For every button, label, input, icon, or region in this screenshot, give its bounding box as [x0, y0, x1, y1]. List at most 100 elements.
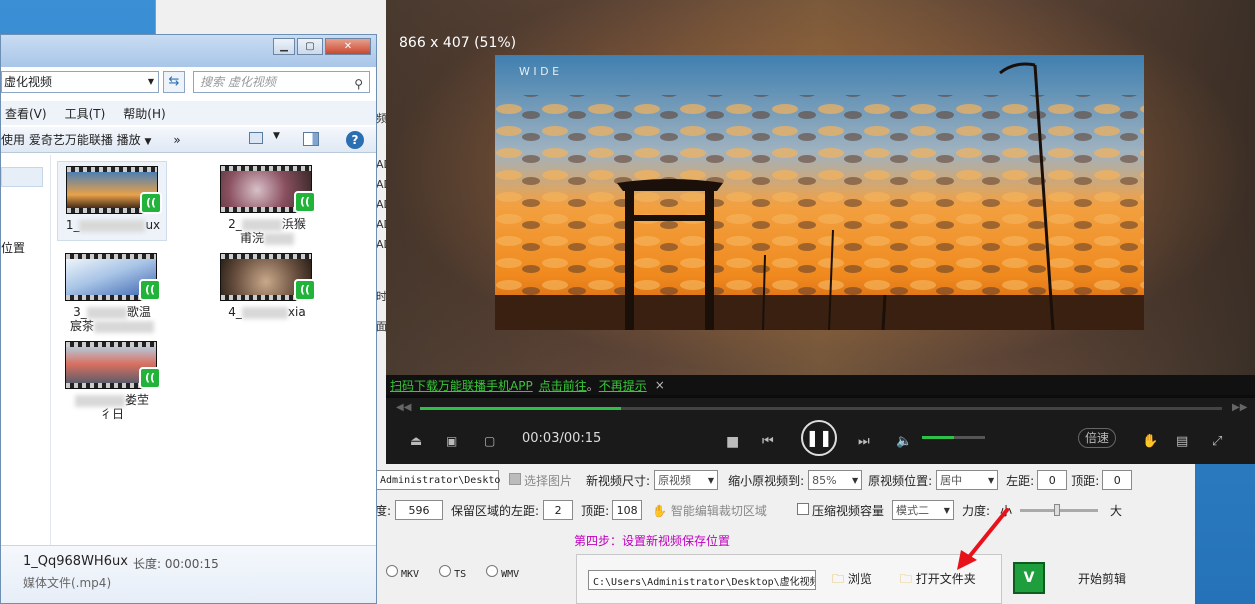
player-badge-icon: ((: [139, 367, 161, 389]
explorer-titlebar[interactable]: ▁ ▢ ✕: [1, 35, 376, 67]
list-item[interactable]: (( 2_ 浜猴 甫浣: [212, 161, 322, 245]
mode-select[interactable]: 模式二 ▼: [891, 500, 954, 520]
file-explorer-window: ▁ ▢ ✕ 虚化视频 ▼ ⇆ 搜索 虚化视频 ⚲ 查看(V) 工具(T) 帮助(…: [0, 34, 377, 604]
force-slider[interactable]: [1020, 503, 1099, 516]
cast-icon[interactable]: ▢: [484, 434, 495, 448]
help-icon[interactable]: ?: [346, 131, 364, 149]
chevron-down-icon: ▼: [943, 505, 950, 515]
save-path-input[interactable]: C:\Users\Administrator\Desktop\虚化视频: [588, 570, 816, 590]
player-badge-icon: ((: [140, 192, 162, 214]
address-bar[interactable]: 虚化视频 ▼: [1, 71, 159, 93]
preview-pane-icon[interactable]: [303, 132, 319, 146]
start-edit-button[interactable]: 开始剪辑: [1078, 566, 1126, 590]
close-button[interactable]: ✕: [325, 38, 371, 55]
player-controls: ⏏ ▣ ▢ 00:03/00:15 ■ ⏮ ❚❚ ⏭ 🔈 倍速 ✋ ▤ ⤢: [386, 420, 1255, 464]
new-size-select[interactable]: 原视频 ▼: [654, 470, 719, 490]
list-item[interactable]: (( 4_ xia: [212, 249, 322, 329]
format-ts[interactable]: TS: [439, 564, 466, 580]
details-pane: 1_Qq968WH6ux 长度: 00:00:15 媒体文件(.mp4): [1, 545, 376, 603]
nav-item-location[interactable]: 位置: [1, 239, 25, 256]
previous-icon[interactable]: ⏮: [762, 434, 774, 449]
subtitle-icon[interactable]: ▣: [446, 434, 457, 448]
open-folder-button[interactable]: 🗀 打开文件夹: [900, 570, 976, 591]
menu-view[interactable]: 查看(V): [5, 105, 47, 122]
volume-slider[interactable]: [922, 436, 985, 439]
go-link[interactable]: 点击前往: [539, 377, 587, 394]
left-input[interactable]: 0: [1037, 470, 1068, 490]
force-big-label: 大: [1110, 503, 1123, 518]
eject-icon[interactable]: ⏏: [410, 434, 422, 449]
stop-icon[interactable]: ■: [726, 434, 739, 450]
speed-button[interactable]: 倍速: [1078, 428, 1117, 448]
refresh-icon[interactable]: ⇆: [163, 71, 185, 93]
player-badge-icon: ((: [294, 191, 316, 213]
format-mkv[interactable]: MKV: [386, 564, 419, 580]
folder-icon: 🗀: [899, 571, 912, 586]
step4-title: 第四步：设置新视频保存位置: [574, 534, 731, 548]
chevron-down-icon[interactable]: ▼: [148, 72, 154, 92]
play-with-button[interactable]: 使用 爱奇艺万能联播 播放 ▼: [1, 131, 151, 148]
seek-progress: [420, 407, 621, 410]
next-icon[interactable]: ⏭: [858, 434, 870, 449]
view-icon[interactable]: [249, 132, 263, 144]
search-icon[interactable]: ⚲: [354, 74, 363, 94]
keep-top-input[interactable]: 108: [612, 500, 643, 520]
menu-bar: 查看(V) 工具(T) 帮助(H): [1, 101, 376, 125]
list-item[interactable]: (( 娄茔 彳日: [57, 337, 167, 421]
degree-label: 度:: [375, 503, 392, 518]
smart-crop-button[interactable]: ✋ 智能编辑裁切区域: [652, 502, 767, 519]
slider-thumb[interactable]: [1054, 503, 1061, 516]
radio-mkv[interactable]: [386, 564, 398, 577]
volume-level: [922, 436, 954, 439]
detail-type: 媒体文件(.mp4): [23, 576, 112, 590]
more-commands-button[interactable]: »: [173, 133, 180, 147]
video-watermark: W I D E: [519, 65, 559, 78]
toolbox-icon[interactable]: ▤: [1176, 434, 1188, 449]
left-label: 左距:: [1006, 473, 1035, 488]
menu-help[interactable]: 帮助(H): [123, 105, 165, 122]
start-edit-icon[interactable]: V: [1013, 562, 1045, 594]
search-input[interactable]: 搜索 虚化视频 ⚲: [193, 71, 370, 93]
maximize-button[interactable]: ▢: [297, 38, 323, 55]
close-icon[interactable]: ×: [655, 378, 665, 392]
top-input[interactable]: 0: [1102, 470, 1133, 490]
select-image-option[interactable]: 选择图片: [509, 472, 572, 489]
nav-selected-item[interactable]: [1, 167, 43, 187]
qr-download-link[interactable]: 扫码下载万能联播手机APP: [390, 377, 533, 394]
video-frame[interactable]: W I D E: [495, 55, 1144, 330]
seek-forward-icon[interactable]: ▶▶: [1232, 402, 1247, 413]
list-item[interactable]: (( 3_ 歌温 宸茶: [57, 249, 167, 333]
fullscreen-icon[interactable]: ⤢: [1212, 434, 1222, 449]
position-select[interactable]: 居中 ▼: [936, 470, 999, 490]
compress-option[interactable]: 压缩视频容量: [796, 502, 884, 519]
no-remind-link[interactable]: 不再提示: [599, 377, 647, 394]
minimize-button[interactable]: ▁: [273, 38, 295, 55]
chevron-down-icon[interactable]: ▼: [273, 131, 280, 141]
command-bar: 使用 爱奇艺万能联播 播放 ▼ » ▼ ?: [1, 127, 376, 153]
new-size-label: 新视频尺寸:: [586, 473, 651, 488]
keep-left-input[interactable]: 2: [543, 500, 574, 520]
compress-checkbox[interactable]: [796, 502, 809, 515]
tip-separator: 。: [586, 378, 599, 393]
pause-button[interactable]: ❚❚: [801, 420, 837, 456]
seek-bar[interactable]: ◀◀ ▶▶: [386, 398, 1255, 420]
mouse-icon[interactable]: ✋: [1142, 434, 1158, 449]
file-list: (( 1_ ux (( 2_ 浜猴 甫浣 (( 3_ 歌温 宸茶 (( 4_ xia (( …: [57, 161, 357, 541]
keep-left-label: 保留区域的左距:: [451, 503, 540, 518]
radio-ts[interactable]: [439, 564, 452, 577]
radio-wmv[interactable]: [486, 564, 499, 577]
degree-input[interactable]: 596: [395, 500, 444, 520]
volume-icon[interactable]: 🔈: [896, 434, 912, 449]
pause-icon: ❚❚: [805, 428, 833, 447]
browse-button[interactable]: 🗀 浏览: [832, 570, 872, 591]
navigation-pane: 位置: [1, 155, 51, 545]
menu-tools[interactable]: 工具(T): [65, 105, 106, 122]
folder-search-icon: 🗀: [832, 571, 845, 586]
format-wmv[interactable]: WMV: [486, 564, 519, 580]
shrink-select[interactable]: 85% ▼: [808, 470, 863, 490]
seek-back-icon[interactable]: ◀◀: [396, 402, 411, 413]
seek-track[interactable]: [420, 407, 1222, 410]
list-item[interactable]: (( 1_ ux: [57, 161, 167, 241]
image-path-field[interactable]: Administrator\Deskto: [375, 470, 500, 490]
file-name: 1_ ux: [65, 218, 161, 232]
